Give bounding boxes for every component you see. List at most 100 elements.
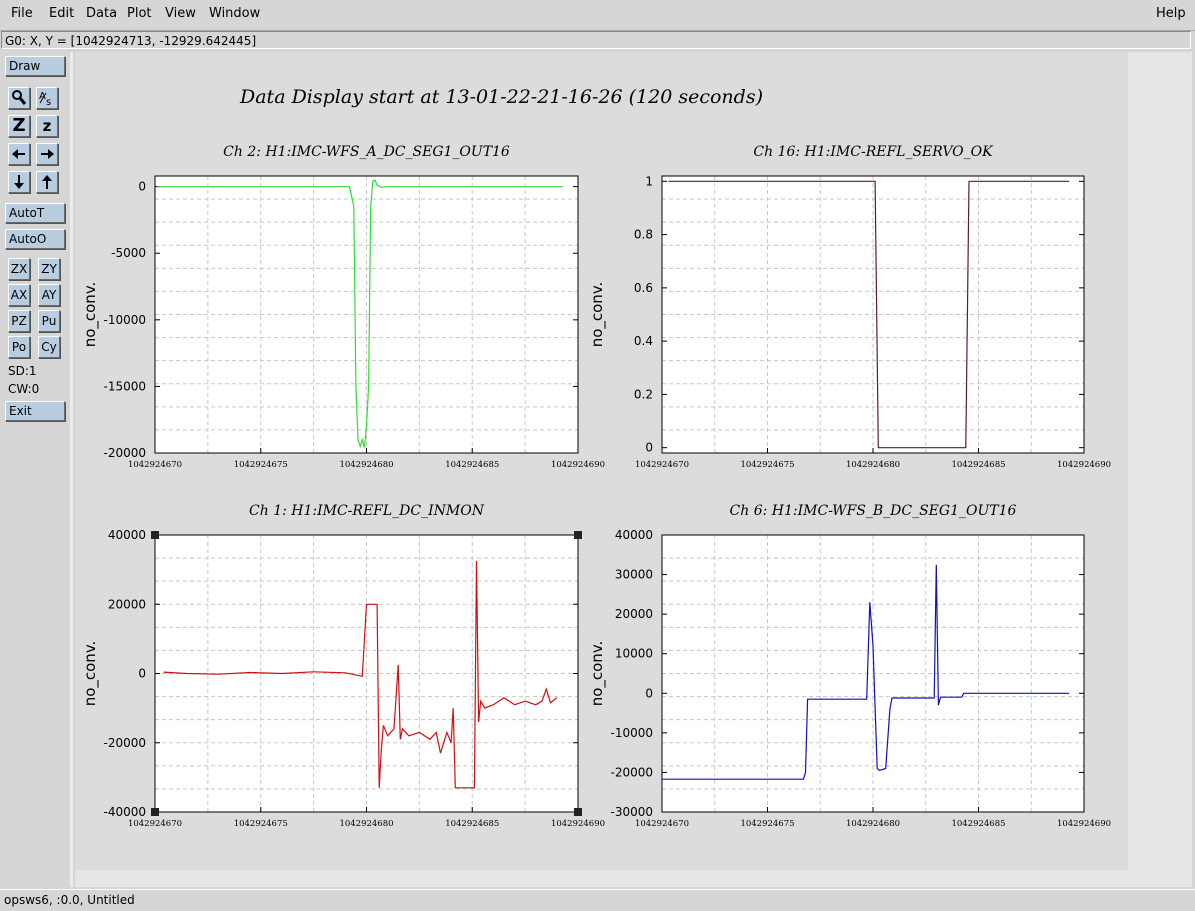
y-tick-label: 1 bbox=[645, 174, 653, 188]
plot-area[interactable]: Data Display start at 13-01-22-21-16-26 … bbox=[75, 52, 1128, 870]
arrow-down-icon bbox=[14, 175, 24, 189]
y-tick-label: 0 bbox=[645, 441, 653, 455]
x-tick-label: 1042924675 bbox=[234, 819, 288, 829]
x-tick-label: 1042924670 bbox=[128, 819, 182, 829]
x-tick-label: 1042924690 bbox=[1057, 460, 1111, 470]
x-tick-label: 1042924680 bbox=[339, 819, 393, 829]
zoom-out-button[interactable]: z bbox=[36, 115, 58, 137]
ax-button[interactable]: AX bbox=[8, 284, 30, 306]
y-tick-label: 20000 bbox=[108, 597, 146, 611]
sd-label: SD:1 bbox=[8, 364, 37, 378]
selection-handle[interactable] bbox=[574, 808, 582, 816]
y-tick-label: -15000 bbox=[103, 379, 146, 393]
cy-button[interactable]: Cy bbox=[38, 336, 60, 358]
magnify-button[interactable] bbox=[8, 87, 30, 109]
menu-file[interactable]: File bbox=[11, 6, 33, 21]
chart-title: Ch 1: H1:IMC-REFL_DC_INMON bbox=[249, 503, 485, 519]
y-tick-label: 0.8 bbox=[634, 228, 653, 242]
y-tick-label: 0 bbox=[645, 686, 653, 700]
svg-text:A: A bbox=[39, 91, 46, 102]
autot-button[interactable]: AutoT bbox=[5, 203, 65, 223]
x-tick-label: 1042924675 bbox=[740, 460, 794, 470]
plot-canvas[interactable]: Data Display start at 13-01-22-21-16-26 … bbox=[75, 52, 1128, 870]
menu-window[interactable]: Window bbox=[209, 6, 260, 21]
y-axis-label: no_conv. bbox=[81, 641, 100, 707]
pan-left-button[interactable] bbox=[8, 143, 30, 165]
menu-view[interactable]: View bbox=[165, 6, 196, 21]
menu-data[interactable]: Data bbox=[86, 6, 117, 21]
chart-2[interactable]: Ch 16: H1:IMC-REFL_SERVO_OK no_conv. 0 0.2 0… bbox=[588, 144, 1111, 470]
plot-window: Data Display start at 13-01-22-21-16-26 … bbox=[75, 52, 1192, 887]
chart-4[interactable]: Ch 6: H1:IMC-WFS_B_DC_SEG1_OUT16 no_conv.… bbox=[588, 503, 1111, 829]
menu-plot[interactable]: Plot bbox=[127, 6, 152, 21]
text-tool-button[interactable]: As bbox=[36, 87, 58, 109]
y-tick-label: 0 bbox=[138, 667, 146, 681]
pan-down-button[interactable] bbox=[8, 171, 30, 193]
x-tick-label: 1042924685 bbox=[951, 819, 1005, 829]
y-tick-label: 20000 bbox=[615, 607, 653, 621]
y-tick-label: 30000 bbox=[615, 568, 653, 582]
y-tick-label: 10000 bbox=[615, 647, 653, 661]
y-tick-label: -5000 bbox=[111, 246, 146, 260]
y-tick-label: -20000 bbox=[103, 446, 146, 460]
menu-edit[interactable]: Edit bbox=[49, 6, 74, 21]
pan-up-button[interactable] bbox=[36, 171, 58, 193]
x-tick-label: 1042924690 bbox=[1057, 819, 1111, 829]
magnify-icon bbox=[12, 90, 27, 105]
x-tick-label: 1042924670 bbox=[635, 460, 689, 470]
y-tick-label: -10000 bbox=[103, 313, 146, 327]
x-tick-label: 1042924670 bbox=[635, 819, 689, 829]
y-tick-label: 40000 bbox=[615, 528, 653, 542]
x-tick-label: 1042924685 bbox=[445, 819, 499, 829]
chart-title: Ch 6: H1:IMC-WFS_B_DC_SEG1_OUT16 bbox=[730, 503, 1017, 519]
pan-right-button[interactable] bbox=[36, 143, 58, 165]
coordinate-readout: G0: X, Y = [1042924713, -12929.642445] bbox=[1, 31, 1191, 49]
selection-handle[interactable] bbox=[151, 808, 159, 816]
x-tick-label: 1042924680 bbox=[339, 460, 393, 470]
chart-title: Ch 16: H1:IMC-REFL_SERVO_OK bbox=[753, 144, 994, 160]
zy-button[interactable]: ZY bbox=[38, 258, 60, 280]
menu-bar: File Edit Data Plot View Window Help bbox=[0, 0, 1195, 31]
y-tick-label: 40000 bbox=[108, 528, 146, 542]
ay-button[interactable]: AY bbox=[38, 284, 60, 306]
zoom-in-button[interactable]: Z bbox=[8, 115, 30, 137]
chart-title: Ch 2: H1:IMC-WFS_A_DC_SEG1_OUT16 bbox=[223, 144, 510, 160]
x-tick-label: 1042924675 bbox=[740, 819, 794, 829]
y-tick-label: 0.6 bbox=[634, 281, 653, 295]
y-tick-label: -20000 bbox=[103, 736, 146, 750]
x-tick-label: 1042924685 bbox=[445, 460, 499, 470]
main-title: Data Display start at 13-01-22-21-16-26 … bbox=[239, 86, 763, 108]
x-tick-label: 1042924690 bbox=[551, 460, 605, 470]
x-tick-label: 1042924690 bbox=[551, 819, 605, 829]
x-tick-label: 1042924685 bbox=[951, 460, 1005, 470]
pz-button[interactable]: PZ bbox=[8, 310, 30, 332]
y-tick-label: 0 bbox=[138, 180, 146, 194]
y-tick-label: -30000 bbox=[610, 805, 653, 819]
y-axis-label: no_conv. bbox=[588, 641, 607, 707]
arrow-right-icon bbox=[41, 149, 54, 159]
y-tick-label: 0.4 bbox=[634, 334, 653, 348]
y-tick-label: 0.2 bbox=[634, 387, 653, 401]
po-button[interactable]: Po bbox=[8, 336, 30, 358]
x-tick-label: 1042924680 bbox=[846, 819, 900, 829]
text-tool-icon: As bbox=[39, 91, 51, 108]
y-axis-label: no_conv. bbox=[81, 282, 100, 348]
draw-button[interactable]: Draw bbox=[5, 56, 65, 76]
chart-1[interactable]: Ch 2: H1:IMC-WFS_A_DC_SEG1_OUT16 no_conv.… bbox=[81, 144, 605, 470]
selection-handle[interactable] bbox=[574, 531, 582, 539]
y-tick-label: -10000 bbox=[610, 726, 653, 740]
selection-handle[interactable] bbox=[151, 531, 159, 539]
y-tick-label: -20000 bbox=[610, 765, 653, 779]
status-bar: opsws6, :0.0, Untitled bbox=[0, 889, 1195, 911]
chart-3[interactable]: Ch 1: H1:IMC-REFL_DC_INMON no_conv. 40000 2… bbox=[81, 503, 605, 829]
pu-button[interactable]: Pu bbox=[38, 310, 60, 332]
exit-button[interactable]: Exit bbox=[5, 401, 65, 421]
autoo-button[interactable]: AutoO bbox=[5, 229, 65, 249]
arrow-left-icon bbox=[12, 149, 25, 159]
toolbar-separator bbox=[70, 52, 73, 887]
menu-help[interactable]: Help bbox=[1156, 6, 1186, 21]
tool-panel: Draw As Z z AutoT AutoO ZX ZY AX AY PZ P… bbox=[0, 52, 72, 887]
zx-button[interactable]: ZX bbox=[8, 258, 30, 280]
y-axis-label: no_conv. bbox=[588, 282, 607, 348]
svg-text:s: s bbox=[46, 97, 51, 108]
